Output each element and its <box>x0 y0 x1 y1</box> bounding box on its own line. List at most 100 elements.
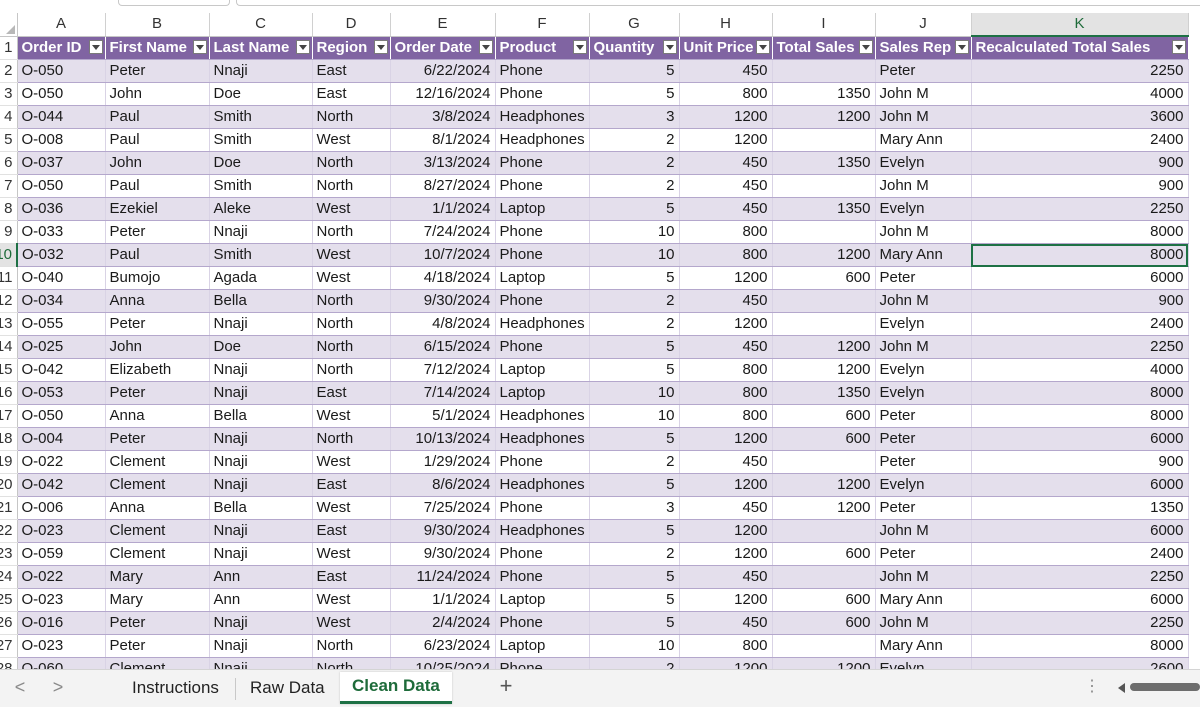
row-number[interactable]: 10 <box>0 243 18 267</box>
cell-j[interactable]: Peter <box>875 496 972 520</box>
table-header-cell[interactable]: Product <box>495 36 590 60</box>
cell-f[interactable]: Phone <box>495 450 590 474</box>
cell-k[interactable]: 2250 <box>971 197 1189 221</box>
cell-g[interactable]: 2 <box>589 289 680 313</box>
cell-d[interactable]: West <box>312 542 391 566</box>
cell-f[interactable]: Laptop <box>495 266 590 290</box>
cell-a[interactable]: O-025 <box>17 335 106 359</box>
cell-d[interactable]: West <box>312 266 391 290</box>
cell-a[interactable]: O-006 <box>17 496 106 520</box>
cell-k[interactable]: 900 <box>971 450 1189 474</box>
cell-g[interactable]: 2 <box>589 174 680 198</box>
cell-f[interactable]: Headphones <box>495 404 590 428</box>
table-header-cell[interactable]: Last Name <box>209 36 313 60</box>
cell-h[interactable]: 450 <box>679 496 773 520</box>
table-header-cell[interactable]: Quantity <box>589 36 680 60</box>
cell-a[interactable]: O-050 <box>17 174 106 198</box>
cell-c[interactable]: Nnaji <box>209 519 313 543</box>
cell-b[interactable]: Paul <box>105 128 210 152</box>
cell-c[interactable]: Nnaji <box>209 59 313 83</box>
filter-dropdown-icon[interactable] <box>192 39 207 54</box>
cell-b[interactable]: Clement <box>105 519 210 543</box>
cell-e[interactable]: 6/22/2024 <box>390 59 496 83</box>
cell-e[interactable]: 8/1/2024 <box>390 128 496 152</box>
cell-g[interactable]: 5 <box>589 565 680 589</box>
cell-b[interactable]: John <box>105 151 210 175</box>
filter-dropdown-icon[interactable] <box>295 39 310 54</box>
cell-g[interactable]: 10 <box>589 220 680 244</box>
cell-a[interactable]: O-036 <box>17 197 106 221</box>
cell-a[interactable]: O-037 <box>17 151 106 175</box>
cell-k[interactable]: 8000 <box>971 634 1189 658</box>
cell-i[interactable] <box>772 565 876 589</box>
cell-c[interactable]: Smith <box>209 105 313 129</box>
cell-h[interactable]: 800 <box>679 220 773 244</box>
cell-e[interactable]: 9/30/2024 <box>390 519 496 543</box>
cell-e[interactable]: 4/18/2024 <box>390 266 496 290</box>
filter-dropdown-icon[interactable] <box>858 39 873 54</box>
cell-k[interactable]: 6000 <box>971 266 1189 290</box>
cell-j[interactable]: John M <box>875 82 972 106</box>
cell-c[interactable]: Nnaji <box>209 473 313 497</box>
cell-d[interactable]: West <box>312 404 391 428</box>
cell-b[interactable]: Peter <box>105 381 210 405</box>
row-number[interactable]: 3 <box>0 82 18 106</box>
column-header-g[interactable]: G <box>589 13 680 37</box>
filter-dropdown-icon[interactable] <box>954 39 969 54</box>
cell-e[interactable]: 7/12/2024 <box>390 358 496 382</box>
cell-f[interactable]: Phone <box>495 335 590 359</box>
table-header-cell[interactable]: Unit Price <box>679 36 773 60</box>
cell-j[interactable]: Peter <box>875 450 972 474</box>
cell-a[interactable]: O-034 <box>17 289 106 313</box>
column-header-b[interactable]: B <box>105 13 210 37</box>
cell-f[interactable]: Laptop <box>495 381 590 405</box>
table-header-cell[interactable]: Recalculated Total Sales <box>971 36 1189 60</box>
cell-i[interactable]: 1200 <box>772 473 876 497</box>
cell-j[interactable]: Evelyn <box>875 151 972 175</box>
cell-i[interactable] <box>772 519 876 543</box>
cell-b[interactable]: Anna <box>105 289 210 313</box>
cell-b[interactable]: Peter <box>105 611 210 635</box>
cell-c[interactable]: Nnaji <box>209 381 313 405</box>
cell-f[interactable]: Phone <box>495 151 590 175</box>
cell-h[interactable]: 450 <box>679 611 773 635</box>
cell-e[interactable]: 1/1/2024 <box>390 588 496 612</box>
cell-k[interactable]: 8000 <box>971 381 1189 405</box>
cell-c[interactable]: Nnaji <box>209 358 313 382</box>
cell-j[interactable]: Evelyn <box>875 657 972 669</box>
filter-dropdown-icon[interactable] <box>373 39 388 54</box>
cell-b[interactable]: Paul <box>105 243 210 267</box>
cell-g[interactable]: 5 <box>589 588 680 612</box>
filter-dropdown-icon[interactable] <box>1171 40 1186 54</box>
add-sheet-button[interactable]: + <box>496 673 516 699</box>
cell-b[interactable]: Mary <box>105 588 210 612</box>
cell-j[interactable]: John M <box>875 105 972 129</box>
cell-c[interactable]: Nnaji <box>209 312 313 336</box>
cell-e[interactable]: 9/30/2024 <box>390 289 496 313</box>
cell-b[interactable]: John <box>105 82 210 106</box>
cell-h[interactable]: 800 <box>679 243 773 267</box>
row-number[interactable]: 5 <box>0 128 18 152</box>
cell-i[interactable]: 1200 <box>772 657 876 669</box>
table-header-cell[interactable]: Sales Rep <box>875 36 972 60</box>
row-number[interactable]: 9 <box>0 220 18 244</box>
cell-b[interactable]: Clement <box>105 450 210 474</box>
cell-e[interactable]: 5/1/2024 <box>390 404 496 428</box>
cell-k[interactable]: 6000 <box>971 473 1189 497</box>
cell-f[interactable]: Laptop <box>495 634 590 658</box>
cell-c[interactable]: Doe <box>209 151 313 175</box>
more-options-icon[interactable]: ⋮ <box>1084 676 1100 696</box>
table-header-cell[interactable]: Total Sales <box>772 36 876 60</box>
cell-i[interactable]: 1350 <box>772 151 876 175</box>
cell-f[interactable]: Headphones <box>495 473 590 497</box>
cell-g[interactable]: 5 <box>589 358 680 382</box>
row-number[interactable]: 18 <box>0 427 18 451</box>
cell-i[interactable]: 1350 <box>772 82 876 106</box>
cell-i[interactable] <box>772 220 876 244</box>
cell-h[interactable]: 1200 <box>679 105 773 129</box>
cell-f[interactable]: Phone <box>495 220 590 244</box>
column-header-f[interactable]: F <box>495 13 590 37</box>
cell-h[interactable]: 450 <box>679 174 773 198</box>
cell-a[interactable]: O-004 <box>17 427 106 451</box>
cell-h[interactable]: 450 <box>679 565 773 589</box>
